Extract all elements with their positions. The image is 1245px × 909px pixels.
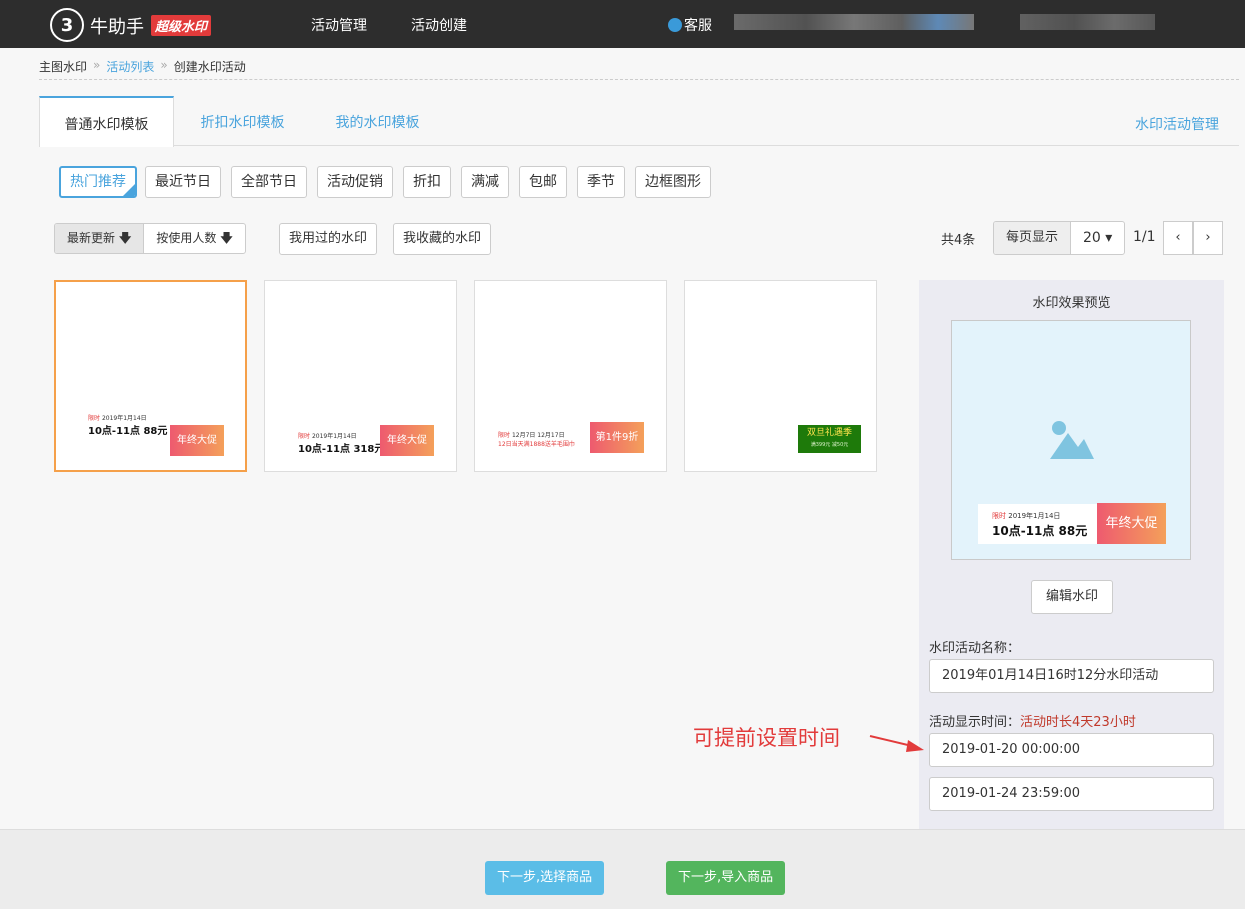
brand-logo-icon[interactable]: 3 [50, 8, 84, 42]
preview-watermark-badge: 年终大促 [1097, 503, 1166, 544]
watermark-price: 10点-11点 88元 [88, 426, 168, 437]
preview-watermark-strip: 限时 2019年1月14日 10点-11点 88元 [978, 504, 1098, 544]
watermark-tag: 限时 [88, 415, 101, 422]
activity-duration: 活动时长4天23小时 [1020, 715, 1136, 730]
tab-discount-template[interactable]: 折扣水印模板 [179, 96, 306, 146]
watermark-tag: 限时 [298, 433, 311, 440]
favorite-watermark-button[interactable]: 我收藏的水印 [393, 223, 492, 255]
per-page-value[interactable]: 20 ▾ [1071, 222, 1124, 254]
per-page-number: 20 [1083, 230, 1101, 246]
watermark-green-sub: 满399元 减50元 [810, 442, 849, 448]
footer-bar: 下一步,选择商品 下一步,导入商品 [0, 829, 1245, 909]
annotation-arrow-icon [869, 735, 924, 752]
preview-title: 水印效果预览 [1032, 296, 1111, 311]
watermark-activity-manage-link[interactable]: 水印活动管理 [1135, 114, 1219, 134]
top-bar: 3 牛助手 超级水印 活动管理 活动创建 客服 [0, 0, 1245, 48]
preview-panel: 水印效果预览 限时 2019年1月14日 10点-11点 88元 年终大促 编辑… [919, 280, 1224, 840]
edit-watermark-button[interactable]: 编辑水印 [1031, 580, 1113, 614]
category-border-shape[interactable]: 边框图形 [635, 166, 711, 198]
activity-name-input[interactable]: 2019年01月14日16时12分水印活动 [929, 659, 1214, 693]
activity-name-label: 水印活动名称： [929, 641, 1021, 656]
watermark-line: 12日当天满1888送羊毛围巾 [498, 441, 575, 448]
watermark-green-title: 双旦礼遇季 [806, 428, 852, 438]
template-card[interactable]: 双旦礼遇季 满399元 减50元 [684, 280, 877, 472]
redacted-user-info [1020, 14, 1155, 30]
breadcrumb-separator: » [93, 58, 101, 72]
watermark-preview: 限时 2019年1月14日 10点-11点 88元 年终大促 [951, 320, 1191, 560]
tab-my-template[interactable]: 我的水印模板 [314, 96, 441, 146]
template-card[interactable]: 限时 12月7日 12月17日 12日当天满1888送羊毛围巾 第1件9折 [474, 280, 667, 472]
sort-group: 最新更新 🡇 按使用人数 🡇 [54, 223, 246, 254]
category-all-festival[interactable]: 全部节日 [231, 166, 307, 198]
category-recent-festival[interactable]: 最近节日 [145, 166, 221, 198]
category-hot[interactable]: 热门推荐 [59, 166, 137, 198]
headset-icon [668, 18, 682, 32]
watermark-text: 限时 2019年1月14日 10点-11点 88元 [88, 413, 167, 437]
watermark-green-badge: 双旦礼遇季 满399元 减50元 [798, 425, 861, 453]
next-page-button[interactable]: › [1193, 221, 1223, 255]
watermark-tag: 限时 [498, 432, 511, 439]
sort-latest-label: 最新更新 [67, 231, 116, 245]
watermark-badge: 年终大促 [170, 425, 224, 456]
image-placeholder-icon [1050, 421, 1094, 459]
total-count: 共4条 [941, 233, 976, 248]
per-page-label: 每页显示 [994, 222, 1072, 254]
category-promotion[interactable]: 活动促销 [317, 166, 393, 198]
customer-service-label: 客服 [684, 18, 712, 34]
page-indicator: 1/1 [1133, 229, 1156, 245]
tab-normal-template[interactable]: 普通水印模板 [39, 96, 174, 147]
category-discount[interactable]: 折扣 [403, 166, 451, 198]
annotation-text: 可提前设置时间 [693, 726, 840, 750]
caret-down-icon: ▾ [1105, 230, 1113, 246]
breadcrumb-separator: » [160, 58, 168, 72]
per-page-select[interactable]: 每页显示 20 ▾ [993, 221, 1126, 255]
watermark-line: 2019年1月14日 [311, 433, 357, 440]
watermark-badge: 第1件9折 [590, 422, 644, 453]
template-tabs: 普通水印模板 折扣水印模板 我的水印模板 水印活动管理 [39, 96, 1239, 147]
arrow-down-icon: 🡇 [119, 231, 132, 245]
preview-watermark-price: 10点-11点 88元 [992, 524, 1088, 538]
start-time-input[interactable]: 2019-01-20 00:00:00 [929, 733, 1214, 767]
redacted-account-info [734, 14, 974, 30]
preview-line1: 2019年1月14日 [1008, 512, 1061, 520]
nav-activity-create[interactable]: 活动创建 [411, 15, 467, 35]
activity-time-label: 活动显示时间：活动时长4天23小时 [929, 711, 1136, 730]
used-watermark-button[interactable]: 我用过的水印 [279, 223, 378, 255]
arrow-down-icon: 🡇 [220, 231, 233, 245]
category-free-shipping[interactable]: 包邮 [519, 166, 567, 198]
watermark-price: 10点-11点 318元 [298, 444, 385, 455]
next-select-goods-button[interactable]: 下一步,选择商品 [485, 861, 605, 895]
category-season[interactable]: 季节 [577, 166, 625, 198]
breadcrumb: 主图水印 » 活动列表 » 创建水印活动 [39, 58, 1239, 80]
end-time-input[interactable]: 2019-01-24 23:59:00 [929, 777, 1214, 811]
watermark-text: 限时 12月7日 12月17日 12日当天满1888送羊毛围巾 [498, 430, 575, 448]
breadcrumb-activity-list[interactable]: 活动列表 [106, 58, 154, 79]
customer-service-link[interactable]: 客服 [668, 15, 712, 35]
category-full-reduction[interactable]: 满减 [461, 166, 509, 198]
preview-tag: 限时 [992, 512, 1006, 520]
sort-latest-button[interactable]: 最新更新 🡇 [55, 224, 145, 253]
breadcrumb-current: 创建水印活动 [173, 60, 246, 74]
next-import-goods-button[interactable]: 下一步,导入商品 [666, 861, 786, 895]
watermark-badge: 年终大促 [380, 425, 434, 456]
template-card[interactable]: 限时 2019年1月14日 10点-11点 318元 年终大促 [264, 280, 457, 472]
watermark-line: 12月7日 12月17日 [511, 432, 565, 439]
breadcrumb-home[interactable]: 主图水印 [39, 58, 87, 79]
template-card[interactable]: 限时 2019年1月14日 10点-11点 88元 年终大促 [54, 280, 247, 472]
brand-name[interactable]: 牛助手 [90, 13, 144, 39]
activity-time-text: 活动显示时间： [929, 715, 1021, 730]
brand-badge: 超级水印 [151, 15, 212, 36]
sort-by-users-button[interactable]: 按使用人数 🡇 [144, 224, 244, 253]
watermark-line: 2019年1月14日 [101, 415, 147, 422]
watermark-text: 限时 2019年1月14日 10点-11点 318元 [298, 431, 384, 455]
preview-watermark-line: 限时 2019年1月14日 [992, 511, 1060, 521]
sort-by-users-label: 按使用人数 [156, 231, 217, 245]
nav-activity-manage[interactable]: 活动管理 [311, 15, 367, 35]
prev-page-button[interactable]: ‹ [1163, 221, 1193, 255]
